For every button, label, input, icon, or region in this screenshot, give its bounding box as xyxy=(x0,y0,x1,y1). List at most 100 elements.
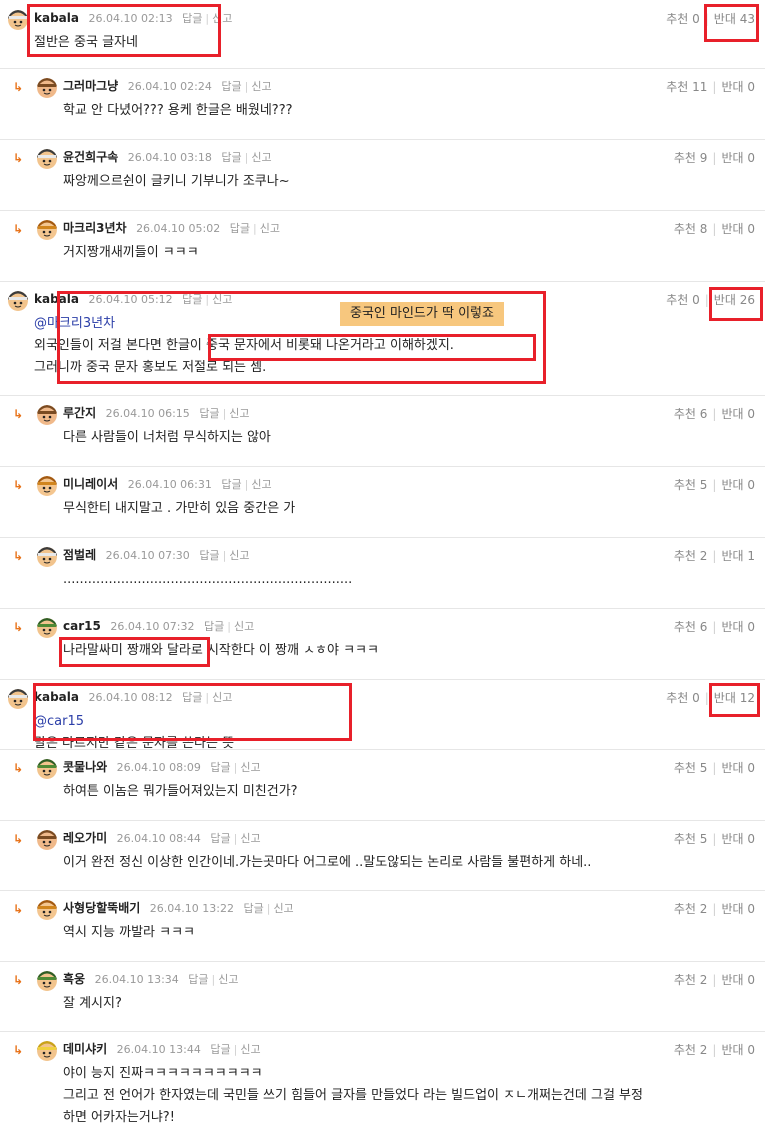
upvote-button[interactable]: 추천 5 xyxy=(674,832,708,846)
downvote-button[interactable]: 반대 1 xyxy=(721,549,755,563)
nickname[interactable]: 점벌레 xyxy=(63,548,96,562)
downvote-count: 0 xyxy=(747,902,755,916)
nickname[interactable]: 데미샤키 xyxy=(63,1042,107,1056)
avatar[interactable] xyxy=(37,1041,57,1061)
avatar[interactable] xyxy=(37,405,57,425)
reply-button[interactable]: 답글 xyxy=(210,761,230,774)
report-button[interactable]: 신고 xyxy=(212,293,232,306)
comment-date: 26.04.10 13:34 xyxy=(94,973,179,986)
avatar[interactable] xyxy=(37,476,57,496)
report-button[interactable]: 신고 xyxy=(234,620,254,633)
upvote-button[interactable]: 추천 2 xyxy=(674,973,708,987)
nickname[interactable]: 레오가미 xyxy=(63,831,107,845)
nickname[interactable]: kabala xyxy=(34,292,79,306)
vote-counts: 추천 5 | 반대 0 xyxy=(674,832,755,846)
avatar[interactable] xyxy=(8,689,28,709)
reply-button[interactable]: 답글 xyxy=(204,620,224,633)
reply-button[interactable]: 답글 xyxy=(188,973,208,986)
avatar[interactable] xyxy=(37,618,57,638)
reply-button[interactable]: 답글 xyxy=(182,691,202,704)
upvote-button[interactable]: 추천 11 xyxy=(666,80,707,94)
upvote-button[interactable]: 추천 0 xyxy=(666,691,700,705)
downvote-button[interactable]: 반대 0 xyxy=(721,478,755,492)
upvote-button[interactable]: 추천 2 xyxy=(674,549,708,563)
report-button[interactable]: 신고 xyxy=(218,973,238,986)
reply-button[interactable]: 답글 xyxy=(221,80,241,93)
vote-counts: 추천 2 | 반대 1 xyxy=(674,549,755,563)
reply-button[interactable]: 답글 xyxy=(230,222,250,235)
downvote-button[interactable]: 반대 0 xyxy=(721,1043,755,1057)
avatar[interactable] xyxy=(37,830,57,850)
upvote-button[interactable]: 추천 6 xyxy=(674,407,708,421)
report-button[interactable]: 신고 xyxy=(273,902,293,915)
report-button[interactable]: 신고 xyxy=(251,478,271,491)
downvote-button[interactable]: 반대 0 xyxy=(721,407,755,421)
nickname[interactable]: 미니레이서 xyxy=(63,477,118,491)
reply-button[interactable]: 답글 xyxy=(199,549,219,562)
downvote-button[interactable]: 반대 0 xyxy=(721,151,755,165)
upvote-button[interactable]: 추천 5 xyxy=(674,478,708,492)
downvote-button[interactable]: 반대 26 xyxy=(714,293,755,307)
report-button[interactable]: 신고 xyxy=(212,12,232,25)
divider: | xyxy=(222,407,227,420)
avatar[interactable] xyxy=(37,759,57,779)
avatar[interactable] xyxy=(37,78,57,98)
avatar[interactable] xyxy=(37,149,57,169)
downvote-button[interactable]: 반대 0 xyxy=(721,832,755,846)
downvote-button[interactable]: 반대 0 xyxy=(721,973,755,987)
downvote-button[interactable]: 반대 0 xyxy=(721,620,755,634)
downvote-button[interactable]: 반대 0 xyxy=(721,222,755,236)
report-button[interactable]: 신고 xyxy=(251,151,271,164)
avatar[interactable] xyxy=(37,547,57,567)
nickname[interactable]: 콧물나와 xyxy=(63,760,107,774)
downvote-button[interactable]: 반대 0 xyxy=(721,902,755,916)
downvote-button[interactable]: 반대 0 xyxy=(721,761,755,775)
report-button[interactable]: 신고 xyxy=(229,549,249,562)
reply-button[interactable]: 답글 xyxy=(221,478,241,491)
reply-button[interactable]: 답글 xyxy=(199,407,219,420)
upvote-button[interactable]: 추천 2 xyxy=(674,1043,708,1057)
nickname[interactable]: 윤건희구속 xyxy=(63,150,118,164)
nickname[interactable]: kabala xyxy=(34,11,79,25)
upvote-button[interactable]: 추천 2 xyxy=(674,902,708,916)
comment-item: ↳ 윤건희구속 26.04.10 03:18 답글 | 신고 추천 9 | 반대 0 짜… xyxy=(0,139,765,211)
reply-button[interactable]: 답글 xyxy=(243,902,263,915)
reply-button[interactable]: 답글 xyxy=(210,1043,230,1056)
downvote-label: 반대 xyxy=(713,691,736,705)
nickname[interactable]: 마크리3년차 xyxy=(63,221,127,235)
reply-button[interactable]: 답글 xyxy=(182,293,202,306)
avatar[interactable] xyxy=(37,900,57,920)
avatar[interactable] xyxy=(37,971,57,991)
reply-button[interactable]: 답글 xyxy=(210,832,230,845)
upvote-button[interactable]: 추천 0 xyxy=(666,12,700,26)
report-button[interactable]: 신고 xyxy=(240,832,260,845)
nickname[interactable]: 그러마그냥 xyxy=(63,79,118,93)
avatar[interactable] xyxy=(37,220,57,240)
nickname[interactable]: kabala xyxy=(34,690,79,704)
nickname[interactable]: 흑웅 xyxy=(63,972,85,986)
avatar[interactable] xyxy=(8,291,28,311)
report-button[interactable]: 신고 xyxy=(229,407,249,420)
report-button[interactable]: 신고 xyxy=(251,80,271,93)
reply-button[interactable]: 답글 xyxy=(221,151,241,164)
downvote-button[interactable]: 반대 0 xyxy=(721,80,755,94)
report-button[interactable]: 신고 xyxy=(240,1043,260,1056)
avatar[interactable] xyxy=(8,10,28,30)
upvote-button[interactable]: 추천 9 xyxy=(674,151,708,165)
mention-link[interactable]: @마크리3년차 xyxy=(34,313,115,335)
divider: | xyxy=(704,293,709,307)
upvote-button[interactable]: 추천 5 xyxy=(674,761,708,775)
reply-button[interactable]: 답글 xyxy=(182,12,202,25)
nickname[interactable]: 루간지 xyxy=(63,406,96,420)
downvote-button[interactable]: 반대 43 xyxy=(714,12,755,26)
upvote-button[interactable]: 추천 8 xyxy=(674,222,708,236)
nickname[interactable]: 사형당할뚝배기 xyxy=(63,901,140,915)
nickname[interactable]: car15 xyxy=(63,619,101,633)
mention-link[interactable]: @car15 xyxy=(34,711,84,733)
downvote-button[interactable]: 반대 12 xyxy=(714,691,755,705)
report-button[interactable]: 신고 xyxy=(212,691,232,704)
upvote-button[interactable]: 추천 0 xyxy=(666,293,700,307)
upvote-button[interactable]: 추천 6 xyxy=(674,620,708,634)
report-button[interactable]: 신고 xyxy=(240,761,260,774)
report-button[interactable]: 신고 xyxy=(260,222,280,235)
